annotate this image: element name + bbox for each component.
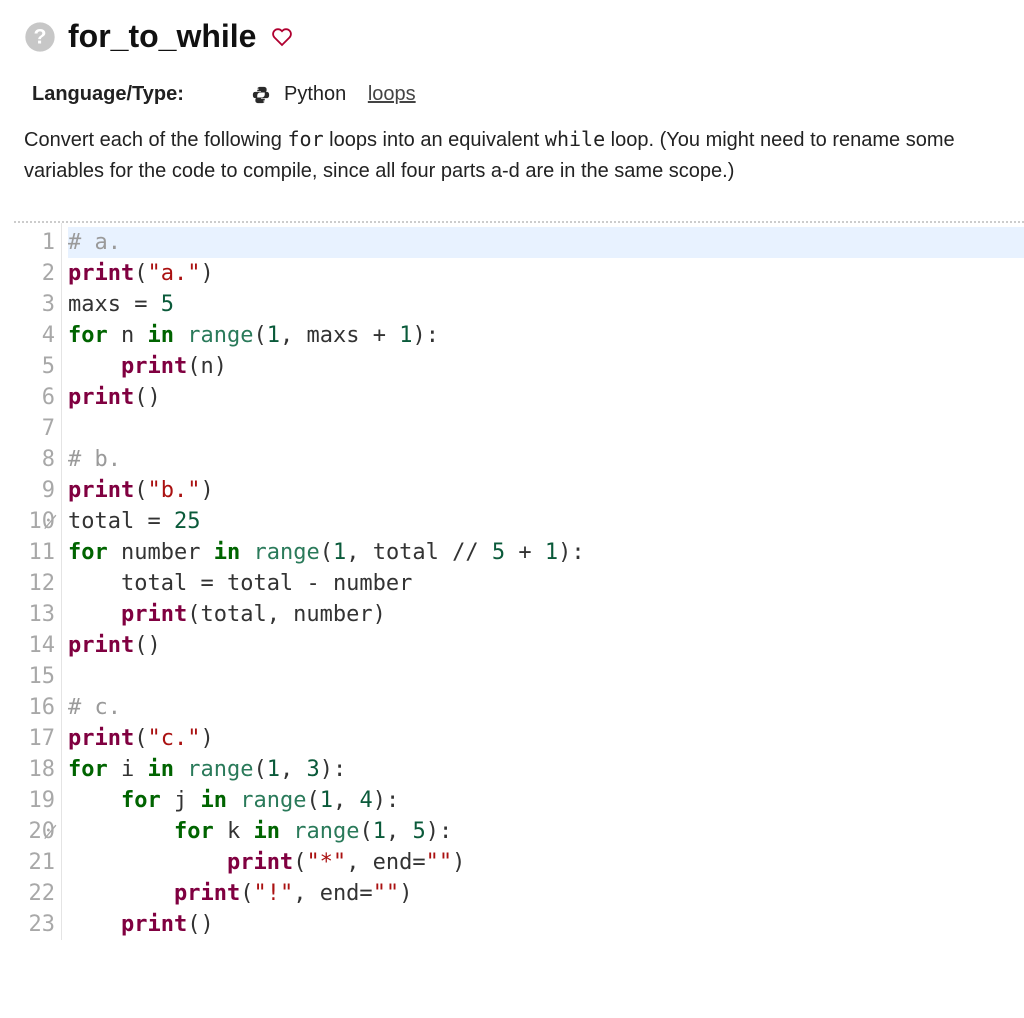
line-number: 9: [24, 475, 55, 506]
meta-label: Language/Type:: [32, 83, 242, 106]
line-number: 11: [24, 537, 55, 568]
line-number: 10̷: [24, 506, 55, 537]
line-number: 23: [24, 909, 55, 940]
code-content[interactable]: # a.print("a.")maxs = 5for n in range(1,…: [62, 223, 1024, 940]
favorite-button[interactable]: [268, 23, 296, 51]
svg-text:?: ?: [33, 24, 46, 48]
code-line: [68, 661, 1024, 692]
code-line: maxs = 5: [68, 289, 1024, 320]
code-line: print("!", end=""): [68, 878, 1024, 909]
line-number: 15: [24, 661, 55, 692]
line-number-gutter: 12345678910̷11121314151617181920̷212223: [14, 223, 62, 940]
line-number: 4: [24, 320, 55, 351]
code-line: # a.: [68, 227, 1024, 258]
desc-part-2: loops into an equivalent: [324, 129, 545, 151]
problem-description: Convert each of the following for loops …: [24, 124, 1000, 187]
code-line: print(total, number): [68, 599, 1024, 630]
line-number: 8: [24, 444, 55, 475]
code-editor[interactable]: 12345678910̷11121314151617181920̷212223 …: [14, 221, 1024, 940]
code-line: total = 25: [68, 506, 1024, 537]
code-line: total = total - number: [68, 568, 1024, 599]
code-line: # c.: [68, 692, 1024, 723]
line-number: 17: [24, 723, 55, 754]
line-number: 21: [24, 847, 55, 878]
line-number: 7: [24, 413, 55, 444]
code-line: print("c."): [68, 723, 1024, 754]
line-number: 1: [24, 227, 55, 258]
line-number: 2: [24, 258, 55, 289]
page: ? for_to_while Language/Type: Python loo…: [0, 0, 1024, 940]
desc-code-for: for: [288, 127, 324, 151]
line-number: 3: [24, 289, 55, 320]
python-icon: [250, 84, 272, 106]
code-line: [68, 413, 1024, 444]
page-title: for_to_while: [68, 18, 256, 55]
line-number: 16: [24, 692, 55, 723]
code-line: print("*", end=""): [68, 847, 1024, 878]
code-line: print("a."): [68, 258, 1024, 289]
line-number: 18: [24, 754, 55, 785]
line-number: 14: [24, 630, 55, 661]
language-name: Python: [284, 83, 346, 106]
code-line: for i in range(1, 3):: [68, 754, 1024, 785]
line-number: 19: [24, 785, 55, 816]
line-number: 5: [24, 351, 55, 382]
code-line: # b.: [68, 444, 1024, 475]
code-line: for j in range(1, 4):: [68, 785, 1024, 816]
code-line: for n in range(1, maxs + 1):: [68, 320, 1024, 351]
code-line: print(): [68, 909, 1024, 940]
meta-row: Language/Type: Python loops: [24, 83, 1000, 106]
code-line: print("b."): [68, 475, 1024, 506]
code-line: print(): [68, 382, 1024, 413]
line-number: 6: [24, 382, 55, 413]
code-line: for k in range(1, 5):: [68, 816, 1024, 847]
line-number: 13: [24, 599, 55, 630]
help-icon: ?: [24, 21, 56, 53]
code-line: print(): [68, 630, 1024, 661]
title-row: ? for_to_while: [24, 0, 1000, 55]
tag-link-loops[interactable]: loops: [368, 83, 416, 106]
code-line: print(n): [68, 351, 1024, 382]
desc-code-while: while: [545, 127, 605, 151]
line-number: 12: [24, 568, 55, 599]
line-number: 20̷: [24, 816, 55, 847]
line-number: 22: [24, 878, 55, 909]
code-line: for number in range(1, total // 5 + 1):: [68, 537, 1024, 568]
desc-part-1: Convert each of the following: [24, 129, 288, 151]
